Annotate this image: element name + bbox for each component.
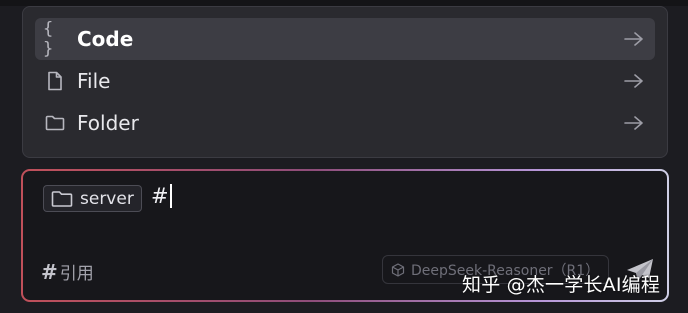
cube-icon [391,262,405,277]
arrow-right-icon [624,116,643,130]
context-menu: { } Code File Folder [22,6,668,158]
menu-item-folder[interactable]: Folder [35,102,655,144]
folder-icon [51,190,73,207]
menu-item-label: Folder [77,111,139,135]
context-chip-folder[interactable]: server [43,185,142,212]
typed-text-value: # [151,184,169,208]
menu-item-code[interactable]: { } Code [35,18,655,60]
folder-icon [43,111,67,135]
hash-icon: # [41,259,58,284]
arrow-right-icon [624,74,643,88]
file-icon [43,69,67,93]
arrow-right-icon [624,32,643,46]
text-caret [169,184,172,208]
watermark: 知乎 @杰一学长AI编程 [462,274,661,296]
quote-button[interactable]: # 引用 [41,259,94,285]
typed-text: # [151,184,172,208]
menu-item-label: Code [77,27,134,51]
chip-label: server [80,188,134,209]
quote-label: 引用 [59,264,94,284]
menu-item-file[interactable]: File [35,60,655,102]
code-icon: { } [43,19,53,59]
menu-item-label: File [77,69,111,93]
